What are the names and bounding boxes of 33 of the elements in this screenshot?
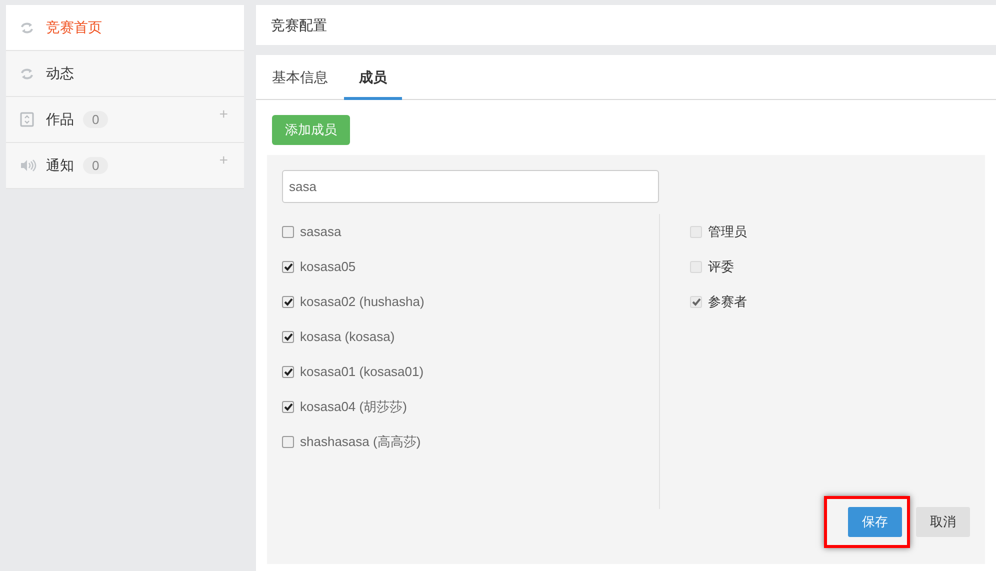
refresh-icon [20, 68, 34, 80]
checkbox-label: kosasa04 (胡莎莎) [300, 398, 407, 416]
page-title: 竞赛配置 [271, 16, 327, 34]
checkbox-label: 评委 [708, 258, 734, 276]
checkbox[interactable] [282, 436, 294, 448]
sidebar-label: 动态 [46, 64, 74, 83]
checkbox-label: kosasa (kosasa) [300, 328, 395, 346]
checkbox-label: sasasa [300, 222, 342, 241]
expand-icon [20, 112, 34, 127]
count-badge: 0 [83, 111, 108, 128]
search-field[interactable]: sasa [282, 170, 659, 203]
sidebar-label: 竞赛首页 [46, 18, 102, 37]
checkbox-label: 参赛者 [708, 292, 747, 311]
checkbox-label: 管理员 [708, 222, 747, 241]
cancel-button[interactable]: 取消 [916, 507, 970, 537]
checkbox[interactable] [282, 226, 294, 238]
count-badge: 0 [83, 157, 108, 174]
checkbox[interactable] [282, 366, 294, 378]
checkbox-label: kosasa05 [300, 258, 356, 276]
checkbox[interactable] [282, 260, 294, 272]
tab[interactable]: 基本信息 [271, 55, 329, 100]
checkbox-label: kosasa02 (hushasha) [300, 292, 424, 311]
checkbox[interactable] [282, 400, 294, 412]
sidebar-item[interactable]: 竞赛首页 [6, 5, 244, 51]
tab[interactable]: 成员 [344, 55, 402, 100]
refresh-icon [20, 22, 34, 34]
speaker-icon [20, 159, 37, 172]
checkbox[interactable] [282, 296, 294, 308]
sidebar-label: 作品 [46, 110, 74, 129]
sidebar-label: 通知 [46, 156, 74, 175]
checkbox-label: kosasa01 (kosasa01) [300, 362, 424, 381]
checkbox[interactable] [282, 330, 294, 342]
checkbox-label: shashasasa (高高莎) [300, 432, 421, 451]
